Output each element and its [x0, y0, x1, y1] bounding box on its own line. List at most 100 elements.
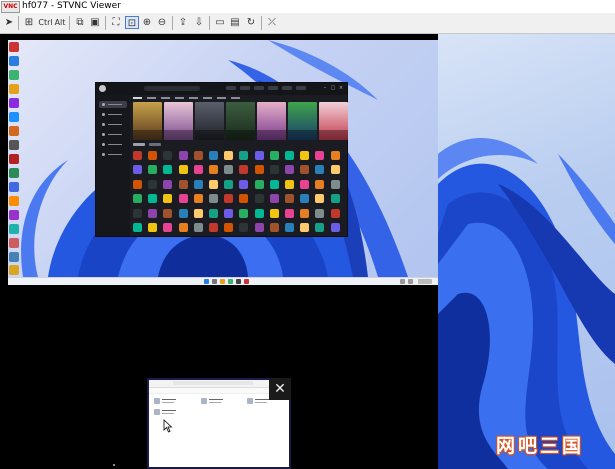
- game-tile[interactable]: [285, 194, 294, 204]
- screenshot-icon[interactable]: ▣: [89, 16, 101, 29]
- game-tile[interactable]: [193, 194, 203, 204]
- game-tile[interactable]: [148, 223, 158, 232]
- section-tab[interactable]: [133, 143, 145, 146]
- game-tile[interactable]: [193, 223, 203, 232]
- game-tile[interactable]: [300, 208, 310, 218]
- launcher-category[interactable]: [161, 97, 170, 99]
- game-tile[interactable]: [239, 179, 249, 189]
- game-tile[interactable]: [193, 165, 203, 175]
- game-tile[interactable]: [148, 194, 158, 204]
- launcher-sidebar-item[interactable]: [99, 111, 127, 118]
- launcher-minimize-icon[interactable]: –: [322, 85, 328, 91]
- desktop-shortcut-icon[interactable]: [9, 154, 19, 164]
- game-tile[interactable]: [163, 165, 173, 175]
- game-tile[interactable]: [315, 179, 325, 189]
- game-tile[interactable]: [300, 223, 310, 232]
- game-tile[interactable]: [163, 151, 173, 160]
- desktop-shortcut-icon[interactable]: [9, 238, 19, 248]
- explorer-drive-item[interactable]: [154, 409, 176, 415]
- game-tile[interactable]: [224, 179, 234, 189]
- game-launcher-window[interactable]: – □ ×: [95, 82, 348, 237]
- desktop-shortcut-icon[interactable]: [9, 70, 19, 80]
- fullscreen-icon[interactable]: ⛶: [110, 16, 122, 29]
- ctrl-alt-del-icon[interactable]: ⊞: [23, 16, 35, 29]
- game-tile[interactable]: [209, 223, 218, 232]
- desktop-shortcut-icon[interactable]: [9, 182, 19, 192]
- game-tile[interactable]: [193, 179, 203, 189]
- ctrl-key-button[interactable]: Ctrl: [38, 16, 53, 29]
- game-tile[interactable]: [163, 223, 173, 232]
- game-tile[interactable]: [315, 223, 325, 232]
- game-banner[interactable]: [319, 102, 348, 140]
- game-tile[interactable]: [133, 194, 142, 204]
- game-tile[interactable]: [330, 165, 340, 175]
- game-banner[interactable]: [133, 102, 162, 140]
- desktop-shortcut-icon[interactable]: [9, 56, 19, 66]
- game-banner[interactable]: [226, 102, 255, 140]
- launcher-sidebar-item[interactable]: [99, 131, 127, 138]
- game-tile[interactable]: [148, 151, 158, 160]
- file-transfer-icon[interactable]: ▤: [229, 16, 241, 29]
- game-tile[interactable]: [254, 151, 264, 160]
- game-tile[interactable]: [269, 194, 279, 204]
- game-tile[interactable]: [315, 151, 325, 160]
- desktop-shortcut-icon[interactable]: [9, 112, 19, 122]
- game-tile[interactable]: [285, 179, 294, 189]
- launcher-sidebar-item[interactable]: [99, 151, 127, 158]
- tray-network-icon[interactable]: [400, 279, 405, 284]
- send-icon[interactable]: ➤: [3, 16, 15, 29]
- download-icon[interactable]: ⇩: [193, 16, 205, 29]
- taskbar-app-icon[interactable]: [244, 279, 249, 284]
- game-tile[interactable]: [300, 165, 310, 175]
- game-tile[interactable]: [133, 165, 142, 175]
- game-banner[interactable]: [164, 102, 193, 140]
- zoom-out-icon[interactable]: ⊖: [156, 16, 168, 29]
- game-tile[interactable]: [239, 223, 249, 232]
- explorer-drive-item[interactable]: [154, 398, 176, 404]
- game-tile[interactable]: [209, 165, 218, 175]
- game-tile[interactable]: [178, 165, 188, 175]
- game-tile[interactable]: [224, 151, 234, 160]
- game-tile[interactable]: [300, 179, 310, 189]
- start-button-icon[interactable]: [204, 279, 209, 284]
- launcher-sidebar-item[interactable]: [99, 101, 127, 108]
- copy-icon[interactable]: ⧉: [74, 16, 86, 29]
- launcher-sidebar-item[interactable]: [99, 121, 127, 128]
- game-tile[interactable]: [148, 179, 158, 189]
- launcher-category[interactable]: [175, 97, 184, 99]
- taskbar-app-icon[interactable]: [228, 279, 233, 284]
- game-tile[interactable]: [315, 194, 325, 204]
- game-banner[interactable]: [288, 102, 317, 140]
- launcher-maximize-icon[interactable]: □: [330, 85, 336, 91]
- launcher-category[interactable]: [217, 97, 226, 99]
- taskbar-app-icon[interactable]: [220, 279, 225, 284]
- game-tile[interactable]: [163, 208, 173, 218]
- game-tile[interactable]: [300, 194, 310, 204]
- explorer-drive-item[interactable]: [201, 398, 223, 404]
- game-tile[interactable]: [254, 223, 264, 232]
- game-tile[interactable]: [133, 223, 142, 232]
- game-tile[interactable]: [285, 223, 294, 232]
- game-tile[interactable]: [330, 194, 340, 204]
- launcher-top-tab[interactable]: [226, 86, 236, 90]
- game-tile[interactable]: [224, 194, 234, 204]
- game-tile[interactable]: [254, 165, 264, 175]
- disconnect-icon[interactable]: ⤫: [266, 16, 278, 29]
- refresh-icon[interactable]: ↻: [245, 16, 257, 29]
- explorer-drive-item[interactable]: [247, 398, 269, 404]
- tray-clock[interactable]: [418, 279, 432, 284]
- desktop-shortcut-icon[interactable]: [9, 196, 19, 206]
- game-tile[interactable]: [224, 165, 234, 175]
- game-tile[interactable]: [148, 165, 158, 175]
- taskbar-search-icon[interactable]: [212, 279, 217, 284]
- desktop-shortcut-icon[interactable]: [9, 224, 19, 234]
- game-tile[interactable]: [239, 165, 249, 175]
- game-tile[interactable]: [330, 208, 340, 218]
- game-tile[interactable]: [209, 151, 218, 160]
- game-tile[interactable]: [209, 208, 218, 218]
- game-tile[interactable]: [193, 208, 203, 218]
- launcher-top-tab[interactable]: [268, 86, 278, 90]
- launcher-category[interactable]: [231, 97, 240, 99]
- desktop-shortcut-icon[interactable]: [9, 42, 19, 52]
- game-tile[interactable]: [224, 208, 234, 218]
